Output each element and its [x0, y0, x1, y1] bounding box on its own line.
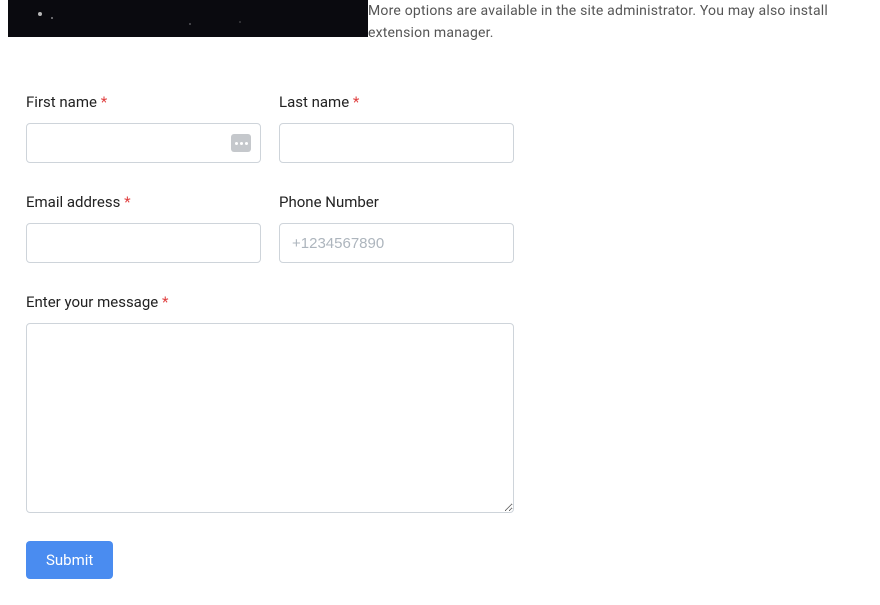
phone-input[interactable]: [279, 223, 514, 263]
label-text: Phone Number: [279, 193, 379, 211]
first-name-input[interactable]: [26, 123, 261, 163]
first-name-label: First name *: [26, 93, 261, 111]
phone-label: Phone Number: [279, 193, 514, 211]
required-star: *: [101, 93, 107, 111]
autofill-icon[interactable]: [231, 134, 251, 152]
last-name-group: Last name *: [279, 93, 514, 163]
message-textarea[interactable]: [26, 323, 514, 513]
last-name-input[interactable]: [279, 123, 514, 163]
email-group: Email address *: [26, 193, 261, 263]
message-group: Enter your message *: [26, 293, 514, 517]
label-text: Enter your message: [26, 293, 158, 311]
email-input[interactable]: [26, 223, 261, 263]
hero-image: [8, 0, 368, 37]
label-text: Last name: [279, 93, 349, 111]
last-name-label: Last name *: [279, 93, 514, 111]
label-text: First name: [26, 93, 97, 111]
required-star: *: [124, 193, 130, 211]
label-text: Email address: [26, 193, 120, 211]
phone-group: Phone Number: [279, 193, 514, 263]
contact-form: First name * Last name * Email address *: [0, 37, 540, 605]
email-label: Email address *: [26, 193, 261, 211]
submit-button[interactable]: Submit: [26, 541, 113, 579]
first-name-group: First name *: [26, 93, 261, 163]
message-label: Enter your message *: [26, 293, 514, 311]
required-star: *: [162, 293, 168, 311]
required-star: *: [353, 93, 359, 111]
intro-text: More options are available in the site a…: [368, 0, 876, 45]
